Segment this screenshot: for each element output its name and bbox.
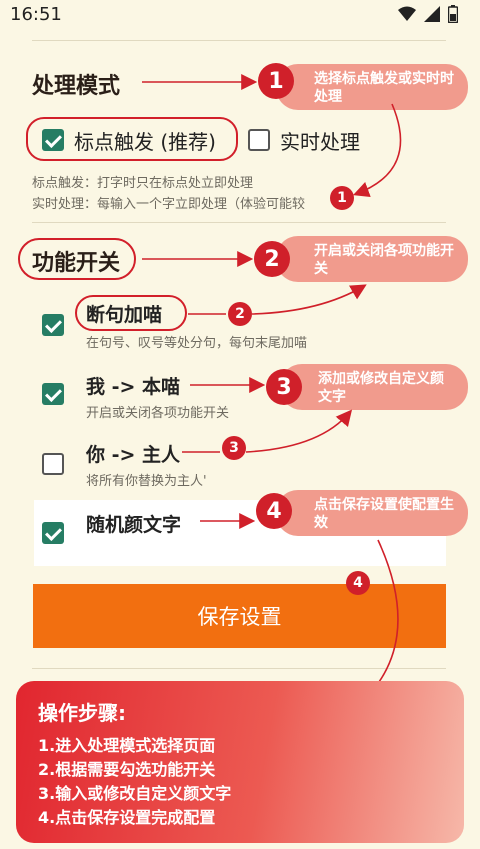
step-4: 4.点击保存设置完成配置 <box>38 808 216 827</box>
save-settings-button[interactable]: 保存设置 <box>33 584 446 648</box>
realtime-label: 实时处理 <box>280 130 360 154</box>
realtime-checkbox[interactable] <box>248 129 270 151</box>
callout-1: 选择标点触发或实时时处理 <box>276 64 468 110</box>
mode-desc-1: 标点触发：打字时只在标点处立即处理 <box>32 176 254 191</box>
arrow-item1-curve <box>251 284 367 315</box>
me-to-meow-desc: 开启或关闭各项功能开关 <box>86 406 230 421</box>
you-to-master-label: 你 -> 主人 <box>86 444 181 466</box>
step-1: 1.进入处理模式选择页面 <box>38 736 216 755</box>
top-divider <box>32 40 446 41</box>
battery-icon <box>448 5 458 23</box>
bottom-divider <box>32 668 446 669</box>
callout-2: 开启或关闭各项功能开关 <box>276 236 468 282</box>
me-to-meow-checkbox[interactable] <box>42 383 64 405</box>
arrow-item3-curve <box>245 409 353 453</box>
callout-1-text: 选择标点触发或实时时处理 <box>314 71 454 105</box>
sentence-meow-desc: 在句号、叹号等处分句，每句末尾加喵 <box>86 336 308 351</box>
callout-2-text: 开启或关闭各项功能开关 <box>314 243 454 277</box>
callout-3-text: 添加或修改自定义颜文字 <box>318 371 444 405</box>
punctuation-trigger-label: 标点触发 (推荐) <box>74 130 216 154</box>
status-bar: 16:51 <box>0 0 480 30</box>
me-to-meow-label: 我 -> 本喵 <box>86 376 181 398</box>
marker-2: 2 <box>228 302 252 326</box>
mode-title: 处理模式 <box>32 74 121 99</box>
steps-panel: 操作步骤: 1.进入处理模式选择页面 2.根据需要勾选功能开关 3.输入或修改自… <box>16 681 464 843</box>
marker-4: 4 <box>346 571 370 595</box>
punctuation-trigger-checkbox[interactable] <box>42 129 64 151</box>
callout-3: 添加或修改自定义颜文字 <box>280 364 468 410</box>
function-title: 功能开关 <box>32 251 121 276</box>
callout-4-text: 点击保存设置使配置生效 <box>314 497 454 531</box>
mode-desc-2: 实时处理：每输入一个字立即处理（体验可能较 <box>32 197 306 212</box>
marker-1: 1 <box>330 186 354 210</box>
step-2: 2.根据需要勾选功能开关 <box>38 760 216 779</box>
arrow-mode-curve <box>353 103 402 197</box>
mode-divider <box>32 222 446 223</box>
callout-1-number: 1 <box>258 63 294 99</box>
status-icons <box>398 5 458 23</box>
callout-4-number: 4 <box>256 493 292 529</box>
callout-2-number: 2 <box>254 241 290 277</box>
step-3: 3.输入或修改自定义颜文字 <box>38 784 232 803</box>
wifi-icon <box>398 6 416 21</box>
random-emoticon-checkbox[interactable] <box>42 522 64 544</box>
sentence-meow-checkbox[interactable] <box>42 314 64 336</box>
marker-3: 3 <box>222 436 246 460</box>
steps-title: 操作步骤: <box>38 701 126 725</box>
sentence-meow-label: 断句加喵 <box>86 304 163 326</box>
status-time: 16:51 <box>10 4 62 25</box>
callout-3-number: 3 <box>266 369 302 405</box>
callout-4: 点击保存设置使配置生效 <box>276 490 468 536</box>
random-emoticon-label: 随机颜文字 <box>86 514 182 536</box>
you-to-master-desc: 将所有你替换为主人' <box>86 474 207 489</box>
signal-icon <box>424 6 440 22</box>
you-to-master-checkbox[interactable] <box>42 453 64 475</box>
